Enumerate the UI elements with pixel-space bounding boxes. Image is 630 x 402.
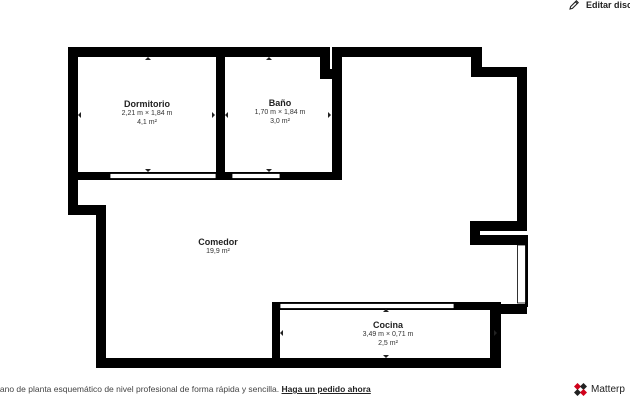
- door-opening: [109, 173, 217, 179]
- wall: [96, 205, 106, 368]
- arrow-icon: [328, 112, 331, 118]
- wall: [96, 358, 280, 368]
- order-now-link[interactable]: Haga un pedido ahora: [282, 384, 371, 394]
- arrow-icon: [145, 57, 151, 60]
- walls: [68, 47, 528, 368]
- matterport-logo-icon: [574, 383, 587, 396]
- window-opening: [517, 244, 526, 304]
- room-area: 2,5 m²: [378, 340, 398, 347]
- wall: [320, 47, 330, 71]
- door-opening: [279, 303, 455, 309]
- room-bano: Baño 1,70 m × 1,84 m 3,0 m²: [255, 98, 306, 127]
- room-area: 3,0 m²: [270, 118, 290, 125]
- wall: [216, 47, 225, 180]
- wall: [272, 358, 501, 368]
- wall: [470, 235, 527, 245]
- room-name: Comedor: [198, 237, 238, 247]
- room-dimensions: 1,70 m × 1,84 m: [254, 109, 306, 117]
- room-name: Cocina: [372, 320, 403, 330]
- arrow-icon: [212, 112, 215, 118]
- room-dimensions: 2,21 m × 1,84 m: [121, 110, 173, 118]
- wall: [332, 47, 482, 57]
- footer-text: lano de planta esquemático de nivel prof…: [0, 384, 280, 394]
- floor-plan: [68, 47, 528, 368]
- room-area: 4,1 m²: [137, 119, 157, 126]
- brand: Matterp: [574, 383, 625, 396]
- arrow-icon: [145, 169, 151, 172]
- arrow-icon: [266, 57, 272, 60]
- arrow-icon: [78, 112, 81, 118]
- room-name: Baño: [268, 98, 292, 108]
- arrow-icon: [225, 112, 228, 118]
- room-dimensions: 3,49 m × 0,71 m: [362, 331, 414, 339]
- arrow-icon: [280, 330, 283, 336]
- room-area: 19,9 m²: [206, 248, 230, 256]
- room-comedor: Comedor 19,9 m²: [198, 237, 238, 257]
- room-cocina: Cocina 3,49 m × 0,71 m 2,5 m²: [363, 320, 414, 349]
- footer-promo: lano de planta esquemático de nivel prof…: [0, 384, 371, 394]
- room-dormitorio: Dormitorio 2,21 m × 1,84 m 4,1 m²: [122, 99, 173, 128]
- room-name: Dormitorio: [124, 99, 170, 109]
- arrow-icon: [383, 355, 389, 358]
- openings: [109, 173, 526, 309]
- brand-name: Matterp: [591, 384, 625, 395]
- wall: [517, 67, 527, 229]
- wall: [68, 47, 330, 57]
- wall: [332, 70, 342, 180]
- door-opening: [231, 173, 281, 179]
- arrow-icon: [266, 169, 272, 172]
- floorplan-page: Editar disc Dormitorio 2,21 m × 1,84 m 4…: [0, 0, 630, 402]
- wall: [68, 47, 78, 215]
